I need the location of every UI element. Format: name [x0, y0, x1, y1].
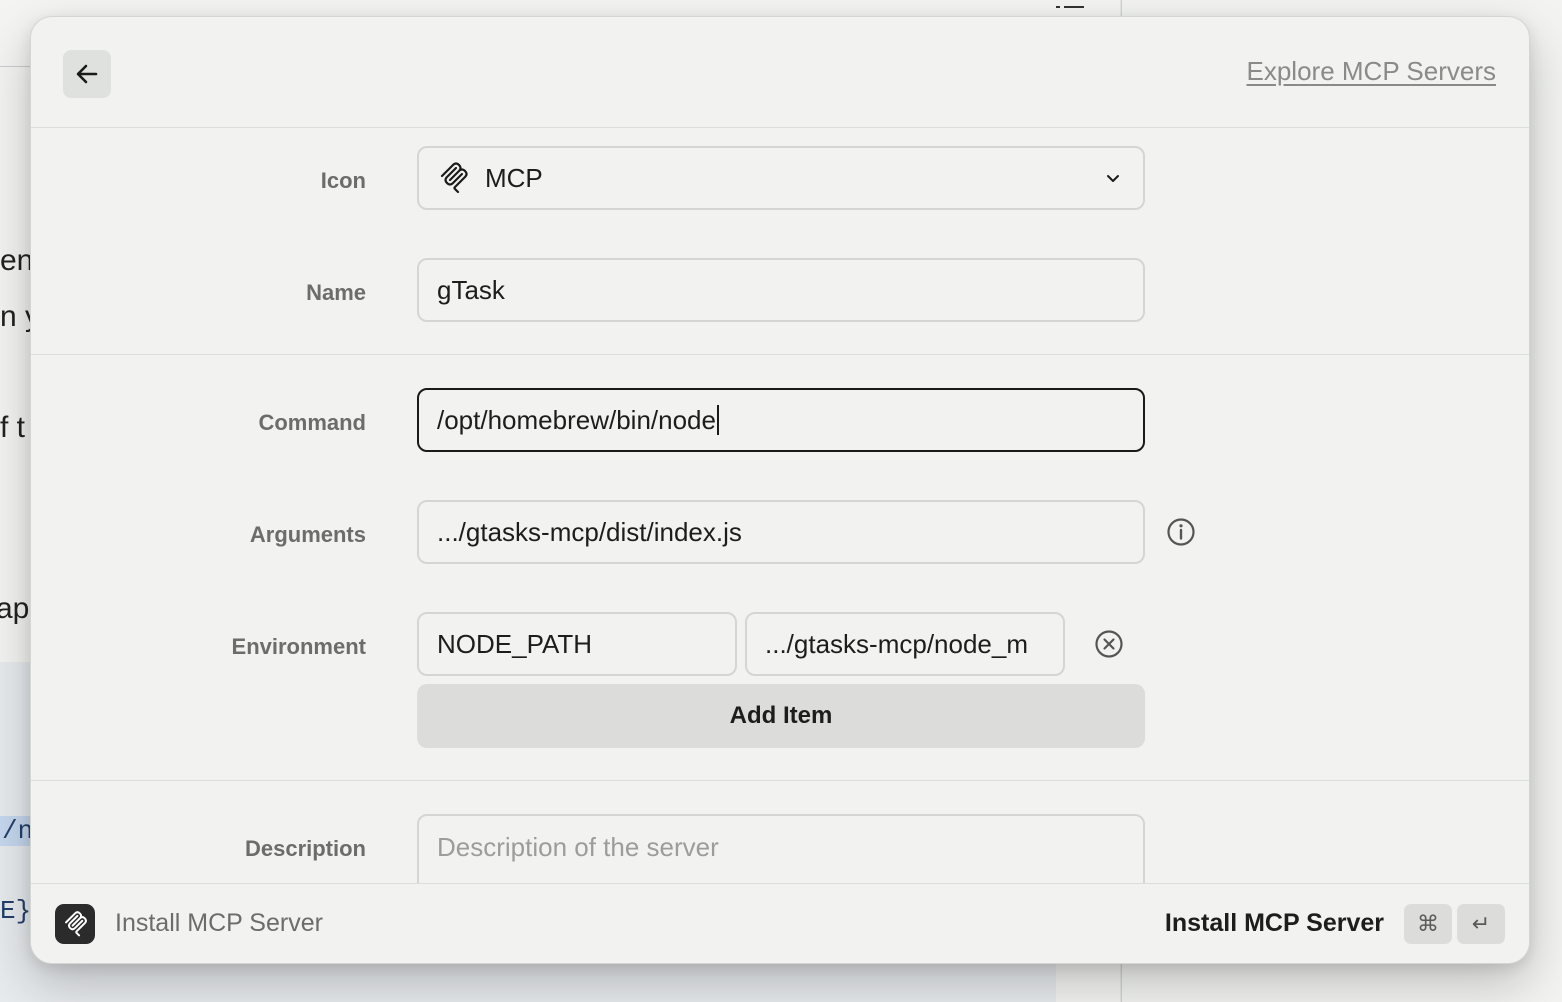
- arguments-input[interactable]: .../gtasks-mcp/dist/index.js: [417, 500, 1145, 564]
- section-divider: [31, 354, 1529, 355]
- add-item-button[interactable]: Add Item: [417, 684, 1145, 748]
- footer-title: Install MCP Server: [115, 909, 323, 937]
- chevron-down-icon: [1107, 175, 1119, 182]
- background-text-fragment: en: [0, 244, 34, 277]
- command-key-icon: ⌘: [1404, 904, 1452, 944]
- icon-label: Icon: [320, 168, 366, 193]
- name-label: Name: [306, 280, 366, 305]
- arguments-input-value: .../gtasks-mcp/dist/index.js: [437, 516, 742, 547]
- info-icon[interactable]: [1165, 516, 1197, 548]
- description-placeholder: Description of the server: [437, 832, 719, 862]
- name-input-value: gTask: [437, 274, 505, 305]
- text-caret: [716, 405, 719, 435]
- mcp-logo-icon: [440, 162, 468, 194]
- return-key-icon: ↵: [1457, 904, 1505, 944]
- command-input-value: /opt/homebrew/bin/node: [437, 404, 716, 435]
- icon-select-value: MCP: [485, 162, 543, 193]
- arguments-label: Arguments: [249, 522, 366, 547]
- command-label: Command: [258, 410, 366, 435]
- install-mcp-dialog: Explore MCP Servers Icon MCP Name gTask …: [30, 16, 1530, 964]
- environment-value-value: .../gtasks-mcp/node_m: [765, 628, 1028, 659]
- background-text-fragment: f t: [0, 411, 26, 444]
- icon-select[interactable]: MCP: [417, 146, 1145, 210]
- background-code-fragment: E}: [0, 896, 32, 926]
- command-input[interactable]: /opt/homebrew/bin/node: [417, 388, 1145, 452]
- environment-key-value: NODE_PATH: [437, 628, 593, 659]
- back-button[interactable]: [63, 50, 111, 98]
- dialog-footer: Install MCP Server Install MCP Server ⌘ …: [31, 883, 1529, 963]
- list-icon: [1056, 2, 1086, 10]
- explore-mcp-servers-link[interactable]: Explore MCP Servers: [1247, 56, 1497, 87]
- environment-label: Environment: [231, 634, 366, 659]
- environment-value-input[interactable]: .../gtasks-mcp/node_m: [745, 612, 1065, 676]
- app-icon: [55, 904, 95, 944]
- dialog-header: Explore MCP Servers: [31, 17, 1529, 128]
- install-mcp-server-button[interactable]: Install MCP Server: [1165, 909, 1384, 938]
- name-input[interactable]: gTask: [417, 258, 1145, 322]
- mcp-logo-icon: [65, 911, 87, 937]
- description-label: Description: [244, 836, 366, 861]
- arrow-left-icon: [76, 64, 98, 84]
- background-divider: [0, 66, 30, 67]
- environment-key-input[interactable]: NODE_PATH: [417, 612, 737, 676]
- section-divider: [31, 780, 1529, 781]
- remove-circle-icon[interactable]: [1093, 628, 1125, 660]
